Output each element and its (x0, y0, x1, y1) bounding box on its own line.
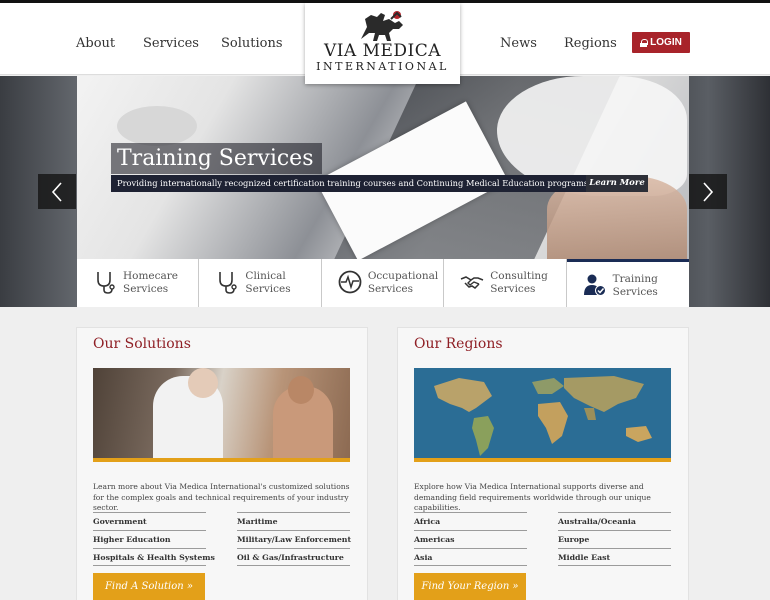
regions-panel: Our Regions Explore how Via Medica Inter… (397, 327, 689, 600)
carousel-next-button[interactable] (689, 174, 727, 209)
solutions-list-2: Maritime Military/Law Enforcement Oil & … (237, 512, 351, 566)
tab-label-training: Training Services (612, 273, 658, 298)
list-item[interactable]: Africa (414, 512, 527, 530)
regions-description: Explore how Via Medica International sup… (414, 482, 651, 512)
hero-title: Training Services (111, 143, 322, 174)
lock-icon (640, 38, 649, 47)
tab-homecare[interactable]: Homecare Services (77, 259, 200, 307)
tab-label-consulting: Consulting Services (490, 270, 548, 295)
find-solution-button[interactable]: Find A Solution » (93, 573, 205, 600)
list-item[interactable]: Europe (558, 530, 671, 548)
regions-list-1: Africa Americas Asia (414, 512, 527, 566)
list-item[interactable]: Higher Education (93, 530, 206, 548)
list-item[interactable]: Military/Law Enforcement (237, 530, 351, 548)
tab-clinical[interactable]: Clinical Services (199, 259, 322, 307)
chevron-left-icon (51, 182, 62, 202)
login-button[interactable]: LOGIN (632, 32, 690, 53)
nav-solutions[interactable]: Solutions (221, 36, 283, 51)
tab-consulting[interactable]: Consulting Services (444, 259, 567, 307)
list-item[interactable]: Americas (414, 530, 527, 548)
solutions-description: Learn more about Via Medica Internationa… (93, 482, 350, 512)
stethoscope-icon (97, 272, 115, 294)
tab-label-clinical: Clinical Services (245, 270, 291, 295)
list-item[interactable]: Middle East (558, 548, 671, 566)
list-item[interactable]: Oil & Gas/Infrastructure (237, 548, 350, 566)
heartbeat-icon (338, 270, 362, 294)
services-tabs: Homecare Services Clinical Services Occu… (77, 259, 690, 307)
solutions-title: Our Solutions (93, 336, 191, 352)
nav-about[interactable]: About (76, 36, 115, 51)
list-item[interactable]: Australia/Oceania (558, 512, 671, 530)
tab-training[interactable]: Training Services (566, 259, 690, 307)
learn-more-button[interactable]: Learn More (586, 175, 648, 192)
solutions-list-1: Government Higher Education Hospitals & … (93, 512, 215, 566)
list-item[interactable]: Hospitals & Health Systems (93, 548, 215, 566)
user-check-icon (583, 274, 606, 296)
hero-subtitle: Providing internationally recognized cer… (111, 175, 586, 192)
site-logo[interactable]: VIA MEDICA INTERNATIONAL (305, 3, 460, 84)
logo-text-main: VIA MEDICA (323, 41, 442, 61)
list-item[interactable]: Government (93, 512, 206, 530)
find-region-button[interactable]: Find Your Region » (414, 573, 526, 600)
horse-logo-icon (361, 11, 403, 41)
tab-label-occupational: Occupational Services (367, 270, 439, 295)
nav-services[interactable]: Services (143, 36, 199, 51)
chevron-right-icon (703, 182, 714, 202)
solutions-panel: Our Solutions Learn more about Via Medic… (76, 327, 368, 600)
login-label: LOGIN (650, 37, 682, 48)
handshake-icon (460, 276, 484, 289)
regions-list-2: Australia/Oceania Europe Middle East (558, 512, 671, 566)
regions-title: Our Regions (414, 336, 503, 352)
stethoscope-icon (219, 272, 238, 294)
world-map-image (414, 368, 671, 462)
tab-label-homecare: Homecare Services (123, 270, 179, 295)
tab-occupational[interactable]: Occupational Services (322, 259, 445, 307)
logo-text-sub: INTERNATIONAL (316, 60, 449, 73)
nav-news[interactable]: News (500, 36, 537, 51)
nav-regions[interactable]: Regions (564, 36, 617, 51)
carousel-prev-button[interactable] (38, 174, 76, 209)
solutions-image (93, 368, 350, 462)
list-item[interactable]: Maritime (237, 512, 350, 530)
list-item[interactable]: Asia (414, 548, 527, 566)
